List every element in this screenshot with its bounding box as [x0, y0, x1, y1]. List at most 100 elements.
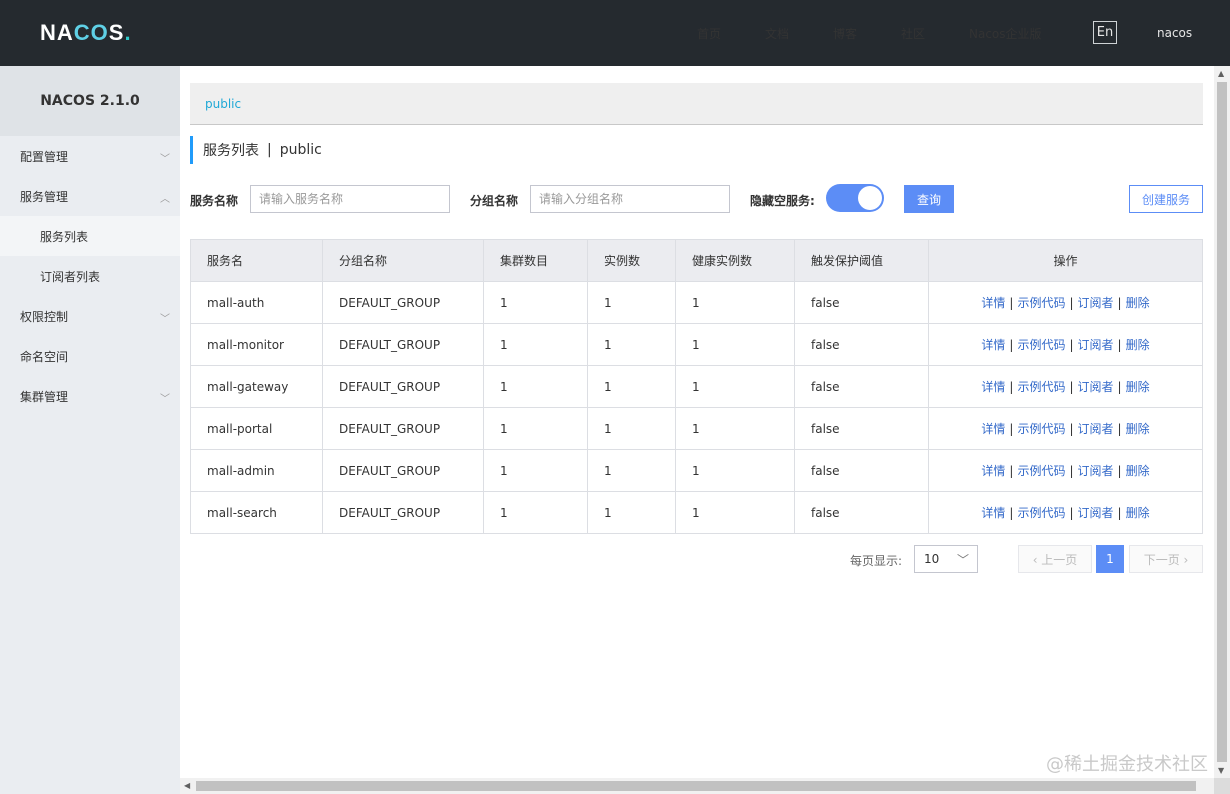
- detail-link[interactable]: 详情: [981, 506, 1005, 520]
- protect-threshold-cell: false: [794, 281, 929, 324]
- subscriber-link[interactable]: 订阅者: [1078, 464, 1114, 478]
- delete-link[interactable]: 删除: [1126, 338, 1150, 352]
- detail-link[interactable]: 详情: [981, 380, 1005, 394]
- col-healthy-instance-count: 健康实例数: [675, 239, 795, 282]
- cluster-count-cell: 1: [483, 449, 588, 492]
- service-name-cell: mall-gateway: [190, 365, 323, 408]
- sample-code-link[interactable]: 示例代码: [1017, 422, 1065, 436]
- scroll-up-icon[interactable]: ▲: [1218, 69, 1224, 78]
- instance-count-cell: 1: [587, 449, 676, 492]
- action-separator: |: [1069, 380, 1074, 394]
- cluster-count-cell: 1: [483, 491, 588, 534]
- group-name-cell: DEFAULT_GROUP: [322, 365, 484, 408]
- vertical-scroll-thumb[interactable]: [1217, 82, 1227, 762]
- detail-link[interactable]: 详情: [981, 422, 1005, 436]
- group-name-input[interactable]: [530, 185, 730, 213]
- instance-count-cell: 1: [587, 323, 676, 366]
- sample-code-link[interactable]: 示例代码: [1017, 506, 1065, 520]
- action-separator: |: [1009, 422, 1014, 436]
- group-name-cell: DEFAULT_GROUP: [322, 281, 484, 324]
- delete-link[interactable]: 删除: [1126, 296, 1150, 310]
- page-1-button[interactable]: 1: [1096, 545, 1124, 573]
- operations-cell: 详情 | 示例代码 | 订阅者 | 删除: [928, 323, 1203, 366]
- delete-link[interactable]: 删除: [1126, 506, 1150, 520]
- group-name-cell: DEFAULT_GROUP: [322, 407, 484, 450]
- delete-link[interactable]: 删除: [1126, 422, 1150, 436]
- group-name-cell: DEFAULT_GROUP: [322, 323, 484, 366]
- service-table: 服务名 分组名称 集群数目 实例数 健康实例数 触发保护阈值 操作 mall-a…: [190, 239, 1203, 534]
- create-service-button[interactable]: 创建服务: [1129, 185, 1203, 213]
- action-separator: |: [1117, 422, 1122, 436]
- delete-link[interactable]: 删除: [1126, 464, 1150, 478]
- subscriber-link[interactable]: 订阅者: [1078, 506, 1114, 520]
- detail-link[interactable]: 详情: [981, 338, 1005, 352]
- page-size-select[interactable]: 10 ﹀: [914, 545, 978, 573]
- hide-empty-label: 隐藏空服务:: [750, 194, 815, 208]
- subscriber-link[interactable]: 订阅者: [1078, 296, 1114, 310]
- action-separator: |: [1117, 464, 1122, 478]
- user-menu[interactable]: nacos: [1157, 26, 1192, 40]
- scroll-left-icon[interactable]: ◀: [184, 781, 190, 790]
- horizontal-scroll-thumb[interactable]: [196, 781, 1196, 791]
- protect-threshold-cell: false: [794, 449, 929, 492]
- watermark: @稀土掘金技术社区: [1046, 754, 1208, 775]
- sidebar-item-config-management[interactable]: 配置管理 ﹀: [0, 136, 180, 176]
- cluster-count-cell: 1: [483, 323, 588, 366]
- subscriber-link[interactable]: 订阅者: [1078, 338, 1114, 352]
- sidebar-item-service-list[interactable]: 服务列表: [0, 216, 180, 256]
- service-name-input[interactable]: [250, 185, 450, 213]
- chevron-down-icon: ﹀: [160, 154, 170, 165]
- instance-count-cell: 1: [587, 491, 676, 534]
- delete-link[interactable]: 删除: [1126, 380, 1150, 394]
- language-switch-button[interactable]: En: [1093, 21, 1117, 44]
- group-name-cell: DEFAULT_GROUP: [322, 491, 484, 534]
- action-separator: |: [1069, 506, 1074, 520]
- chevron-down-icon: ﹀: [160, 314, 170, 325]
- group-name-cell: DEFAULT_GROUP: [322, 449, 484, 492]
- hide-empty-toggle[interactable]: [826, 184, 884, 212]
- subscriber-link[interactable]: 订阅者: [1078, 380, 1114, 394]
- sample-code-link[interactable]: 示例代码: [1017, 380, 1065, 394]
- operations-cell: 详情 | 示例代码 | 订阅者 | 删除: [928, 407, 1203, 450]
- sidebar-item-namespace[interactable]: 命名空间: [0, 336, 180, 376]
- cluster-count-cell: 1: [483, 407, 588, 450]
- protect-threshold-cell: false: [794, 491, 929, 534]
- operations-cell: 详情 | 示例代码 | 订阅者 | 删除: [928, 449, 1203, 492]
- scroll-down-icon[interactable]: ▼: [1218, 766, 1224, 775]
- action-separator: |: [1069, 296, 1074, 310]
- main-content: public 服务列表 | public 服务名称 分组名称 隐藏空服务: 查询…: [180, 66, 1214, 778]
- detail-link[interactable]: 详情: [981, 464, 1005, 478]
- col-operations: 操作: [928, 239, 1203, 282]
- action-separator: |: [1009, 338, 1014, 352]
- nacos-logo[interactable]: NACOS.: [40, 20, 132, 46]
- detail-link[interactable]: 详情: [981, 296, 1005, 310]
- namespace-tab-public[interactable]: public: [205, 97, 241, 111]
- sample-code-link[interactable]: 示例代码: [1017, 338, 1065, 352]
- horizontal-scrollbar[interactable]: ◀: [180, 778, 1214, 794]
- healthy-count-cell: 1: [675, 407, 795, 450]
- sample-code-link[interactable]: 示例代码: [1017, 296, 1065, 310]
- prev-page-button[interactable]: ‹ 上一页: [1018, 545, 1092, 573]
- sample-code-link[interactable]: 示例代码: [1017, 464, 1065, 478]
- nav-community[interactable]: 社区: [901, 0, 925, 66]
- nav-enterprise[interactable]: Nacos企业版: [969, 0, 1042, 66]
- subscriber-link[interactable]: 订阅者: [1078, 422, 1114, 436]
- sidebar-version-title: NACOS 2.1.0: [0, 66, 180, 136]
- action-separator: |: [1117, 338, 1122, 352]
- query-button[interactable]: 查询: [904, 185, 954, 213]
- sidebar-item-cluster-management[interactable]: 集群管理 ﹀: [0, 376, 180, 416]
- cluster-count-cell: 1: [483, 281, 588, 324]
- sidebar-item-subscriber-list[interactable]: 订阅者列表: [0, 256, 180, 296]
- next-page-button[interactable]: 下一页 ›: [1129, 545, 1203, 573]
- healthy-count-cell: 1: [675, 323, 795, 366]
- sidebar-item-service-management[interactable]: 服务管理 ︿: [0, 176, 180, 216]
- vertical-scrollbar[interactable]: ▲ ▼: [1214, 66, 1230, 778]
- chevron-down-icon: ﹀: [956, 553, 969, 567]
- nav-home[interactable]: 首页: [697, 0, 721, 66]
- toggle-knob: [858, 186, 882, 210]
- nav-docs[interactable]: 文档: [765, 0, 789, 66]
- nav-blog[interactable]: 博客: [833, 0, 857, 66]
- healthy-count-cell: 1: [675, 449, 795, 492]
- namespace-bar: public: [190, 83, 1203, 125]
- sidebar-item-access-control[interactable]: 权限控制 ﹀: [0, 296, 180, 336]
